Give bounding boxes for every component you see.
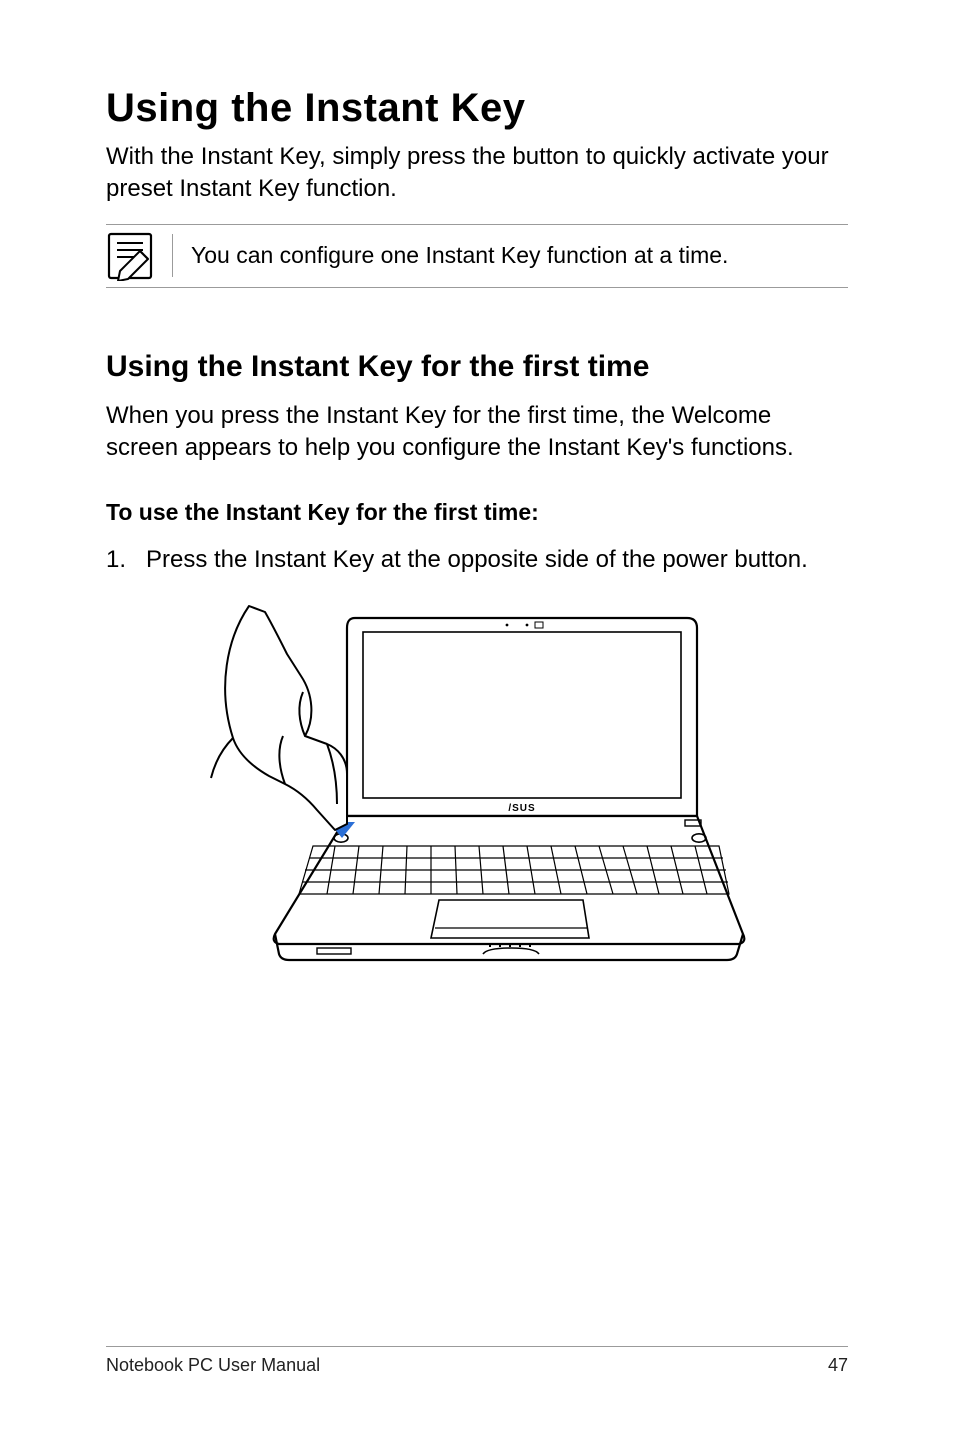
note-text: You can configure one Instant Key functi… (172, 234, 848, 277)
note-callout: You can configure one Instant Key functi… (106, 224, 848, 288)
hand-icon (211, 606, 347, 830)
page-footer: Notebook PC User Manual 47 (106, 1346, 848, 1376)
intro-paragraph: With the Instant Key, simply press the b… (106, 141, 848, 206)
laptop-illustration: /SUS (187, 598, 767, 1018)
page: Using the Instant Key With the Instant K… (0, 0, 954, 1438)
page-title: Using the Instant Key (106, 86, 848, 131)
illustration-wrap: /SUS (106, 598, 848, 1018)
section-intro: When you press the Instant Key for the f… (106, 400, 848, 465)
step-1: 1. Press the Instant Key at the opposite… (106, 546, 848, 574)
step-number: 1. (106, 546, 146, 574)
step-text: Press the Instant Key at the opposite si… (146, 546, 848, 574)
note-icon (106, 231, 154, 281)
section-heading: Using the Instant Key for the first time (106, 350, 848, 384)
svg-text:/SUS: /SUS (508, 803, 535, 814)
note-icon-wrap (106, 225, 172, 287)
footer-page-number: 47 (828, 1355, 848, 1376)
footer-left: Notebook PC User Manual (106, 1355, 320, 1376)
procedure-lead: To use the Instant Key for the first tim… (106, 499, 848, 526)
